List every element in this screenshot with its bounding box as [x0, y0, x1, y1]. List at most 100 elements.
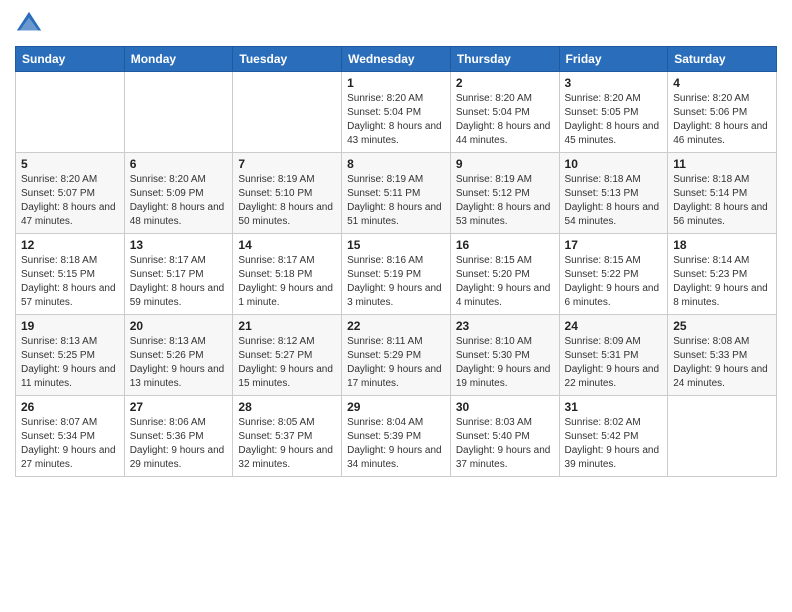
day-number: 25	[673, 319, 771, 333]
day-info: Sunrise: 8:03 AM Sunset: 5:40 PM Dayligh…	[456, 416, 554, 472]
day-of-week-header: Sunday	[16, 47, 125, 72]
day-number: 30	[456, 400, 554, 414]
calendar-day-cell: 13 Sunrise: 8:17 AM Sunset: 5:17 PM Dayli…	[124, 234, 233, 315]
day-number: 11	[673, 157, 771, 171]
day-number: 15	[347, 238, 445, 252]
day-info: Sunrise: 8:18 AM Sunset: 5:14 PM Dayligh…	[673, 173, 771, 229]
day-info: Sunrise: 8:02 AM Sunset: 5:42 PM Dayligh…	[565, 416, 663, 472]
logo-icon	[15, 10, 43, 38]
calendar-day-cell: 30 Sunrise: 8:03 AM Sunset: 5:40 PM Dayli…	[450, 396, 559, 477]
calendar-day-cell: 2Sunrise: 8:20 AM Sunset: 5:04 PM Daylig…	[450, 72, 559, 153]
day-info: Sunrise: 8:09 AM Sunset: 5:31 PM Dayligh…	[565, 335, 663, 391]
day-number: 6	[130, 157, 228, 171]
day-info: Sunrise: 8:05 AM Sunset: 5:37 PM Dayligh…	[238, 416, 336, 472]
day-info: Sunrise: 8:13 AM Sunset: 5:25 PM Dayligh…	[21, 335, 119, 391]
day-info: Sunrise: 8:20 AM Sunset: 5:05 PM Dayligh…	[565, 92, 663, 148]
day-info: Sunrise: 8:16 AM Sunset: 5:19 PM Dayligh…	[347, 254, 445, 310]
day-info: Sunrise: 8:14 AM Sunset: 5:23 PM Dayligh…	[673, 254, 771, 310]
day-number: 2	[456, 76, 554, 90]
calendar-table: SundayMondayTuesdayWednesdayThursdayFrid…	[15, 46, 777, 477]
day-number: 5	[21, 157, 119, 171]
calendar-day-cell: 16 Sunrise: 8:15 AM Sunset: 5:20 PM Dayli…	[450, 234, 559, 315]
calendar-day-cell	[668, 396, 777, 477]
day-info: Sunrise: 8:18 AM Sunset: 5:13 PM Dayligh…	[565, 173, 663, 229]
day-number: 21	[238, 319, 336, 333]
calendar-day-cell: 29 Sunrise: 8:04 AM Sunset: 5:39 PM Dayli…	[342, 396, 451, 477]
day-number: 27	[130, 400, 228, 414]
day-number: 14	[238, 238, 336, 252]
day-number: 19	[21, 319, 119, 333]
day-info: Sunrise: 8:19 AM Sunset: 5:12 PM Dayligh…	[456, 173, 554, 229]
calendar-day-cell: 19 Sunrise: 8:13 AM Sunset: 5:25 PM Dayli…	[16, 315, 125, 396]
calendar-day-cell: 6 Sunrise: 8:20 AM Sunset: 5:09 PM Daylig…	[124, 153, 233, 234]
calendar-day-cell	[124, 72, 233, 153]
day-info: Sunrise: 8:17 AM Sunset: 5:17 PM Dayligh…	[130, 254, 228, 310]
day-info: Sunrise: 8:07 AM Sunset: 5:34 PM Dayligh…	[21, 416, 119, 472]
calendar-day-cell: 4Sunrise: 8:20 AM Sunset: 5:06 PM Daylig…	[668, 72, 777, 153]
day-info: Sunrise: 8:15 AM Sunset: 5:22 PM Dayligh…	[565, 254, 663, 310]
day-info: Sunrise: 8:20 AM Sunset: 5:04 PM Dayligh…	[347, 92, 445, 148]
calendar-day-cell: 8 Sunrise: 8:19 AM Sunset: 5:11 PM Daylig…	[342, 153, 451, 234]
day-info: Sunrise: 8:11 AM Sunset: 5:29 PM Dayligh…	[347, 335, 445, 391]
day-number: 8	[347, 157, 445, 171]
day-info: Sunrise: 8:12 AM Sunset: 5:27 PM Dayligh…	[238, 335, 336, 391]
day-number: 31	[565, 400, 663, 414]
calendar-day-cell: 11 Sunrise: 8:18 AM Sunset: 5:14 PM Dayli…	[668, 153, 777, 234]
calendar-day-cell: 31 Sunrise: 8:02 AM Sunset: 5:42 PM Dayli…	[559, 396, 668, 477]
calendar-day-cell	[16, 72, 125, 153]
day-number: 7	[238, 157, 336, 171]
day-info: Sunrise: 8:15 AM Sunset: 5:20 PM Dayligh…	[456, 254, 554, 310]
calendar-day-cell: 5 Sunrise: 8:20 AM Sunset: 5:07 PM Daylig…	[16, 153, 125, 234]
day-info: Sunrise: 8:20 AM Sunset: 5:07 PM Dayligh…	[21, 173, 119, 229]
logo	[15, 10, 47, 38]
calendar-day-cell: 22 Sunrise: 8:11 AM Sunset: 5:29 PM Dayli…	[342, 315, 451, 396]
day-info: Sunrise: 8:08 AM Sunset: 5:33 PM Dayligh…	[673, 335, 771, 391]
calendar-day-cell: 20Sunrise: 8:13 AM Sunset: 5:26 PM Dayli…	[124, 315, 233, 396]
day-of-week-header: Tuesday	[233, 47, 342, 72]
day-number: 28	[238, 400, 336, 414]
day-of-week-header: Thursday	[450, 47, 559, 72]
day-of-week-header: Monday	[124, 47, 233, 72]
day-info: Sunrise: 8:19 AM Sunset: 5:11 PM Dayligh…	[347, 173, 445, 229]
day-info: Sunrise: 8:17 AM Sunset: 5:18 PM Dayligh…	[238, 254, 336, 310]
day-info: Sunrise: 8:19 AM Sunset: 5:10 PM Dayligh…	[238, 173, 336, 229]
day-number: 12	[21, 238, 119, 252]
calendar-day-cell: 28 Sunrise: 8:05 AM Sunset: 5:37 PM Dayli…	[233, 396, 342, 477]
page-header	[15, 10, 777, 38]
calendar-day-cell: 10 Sunrise: 8:18 AM Sunset: 5:13 PM Dayli…	[559, 153, 668, 234]
day-number: 13	[130, 238, 228, 252]
day-number: 3	[565, 76, 663, 90]
calendar-day-cell	[233, 72, 342, 153]
day-number: 17	[565, 238, 663, 252]
day-info: Sunrise: 8:13 AM Sunset: 5:26 PM Dayligh…	[130, 335, 228, 391]
calendar-day-cell: 25 Sunrise: 8:08 AM Sunset: 5:33 PM Dayli…	[668, 315, 777, 396]
day-number: 10	[565, 157, 663, 171]
calendar-day-cell: 17 Sunrise: 8:15 AM Sunset: 5:22 PM Dayli…	[559, 234, 668, 315]
day-number: 18	[673, 238, 771, 252]
day-number: 1	[347, 76, 445, 90]
day-number: 24	[565, 319, 663, 333]
calendar-week-row: 12Sunrise: 8:18 AM Sunset: 5:15 PM Dayli…	[16, 234, 777, 315]
calendar-week-row: 1 Sunrise: 8:20 AM Sunset: 5:04 PM Daylig…	[16, 72, 777, 153]
calendar-day-cell: 27 Sunrise: 8:06 AM Sunset: 5:36 PM Dayli…	[124, 396, 233, 477]
day-number: 29	[347, 400, 445, 414]
day-info: Sunrise: 8:06 AM Sunset: 5:36 PM Dayligh…	[130, 416, 228, 472]
calendar-day-cell: 14 Sunrise: 8:17 AM Sunset: 5:18 PM Dayli…	[233, 234, 342, 315]
day-of-week-header: Saturday	[668, 47, 777, 72]
calendar-day-cell: 12Sunrise: 8:18 AM Sunset: 5:15 PM Dayli…	[16, 234, 125, 315]
calendar-day-cell: 26Sunrise: 8:07 AM Sunset: 5:34 PM Dayli…	[16, 396, 125, 477]
day-info: Sunrise: 8:04 AM Sunset: 5:39 PM Dayligh…	[347, 416, 445, 472]
calendar-header-row: SundayMondayTuesdayWednesdayThursdayFrid…	[16, 47, 777, 72]
calendar-day-cell: 18 Sunrise: 8:14 AM Sunset: 5:23 PM Dayli…	[668, 234, 777, 315]
calendar-day-cell: 23 Sunrise: 8:10 AM Sunset: 5:30 PM Dayli…	[450, 315, 559, 396]
day-number: 23	[456, 319, 554, 333]
calendar-day-cell: 24 Sunrise: 8:09 AM Sunset: 5:31 PM Dayli…	[559, 315, 668, 396]
day-info: Sunrise: 8:20 AM Sunset: 5:06 PM Dayligh…	[673, 92, 771, 148]
calendar-day-cell: 21 Sunrise: 8:12 AM Sunset: 5:27 PM Dayli…	[233, 315, 342, 396]
day-info: Sunrise: 8:20 AM Sunset: 5:09 PM Dayligh…	[130, 173, 228, 229]
calendar-day-cell: 7 Sunrise: 8:19 AM Sunset: 5:10 PM Daylig…	[233, 153, 342, 234]
day-number: 16	[456, 238, 554, 252]
day-info: Sunrise: 8:10 AM Sunset: 5:30 PM Dayligh…	[456, 335, 554, 391]
calendar-day-cell: 1 Sunrise: 8:20 AM Sunset: 5:04 PM Daylig…	[342, 72, 451, 153]
day-number: 22	[347, 319, 445, 333]
